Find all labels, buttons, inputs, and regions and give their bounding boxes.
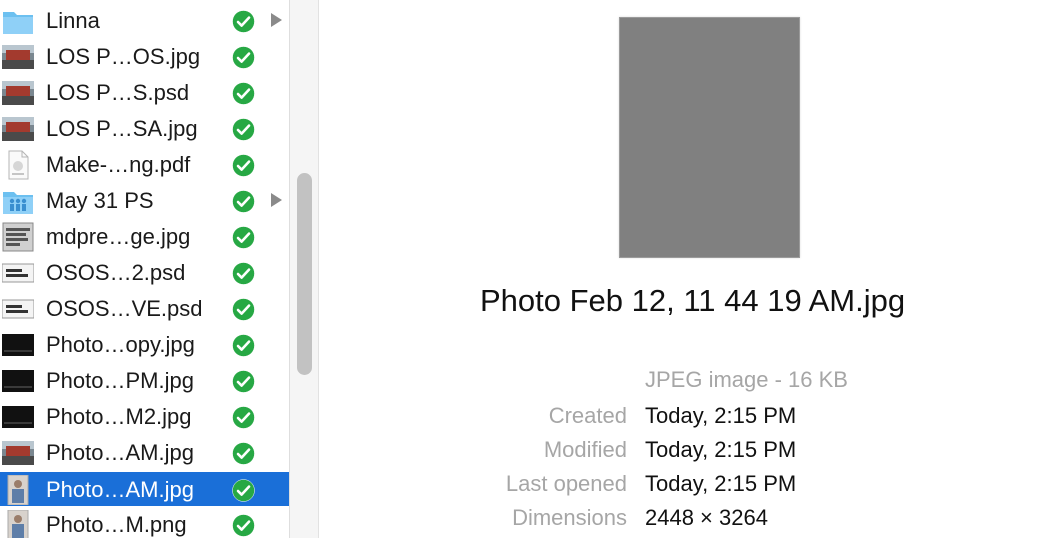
file-name: OSOS…2.psd bbox=[46, 260, 186, 285]
sync-check-icon bbox=[232, 190, 255, 213]
file-row[interactable]: LOS P…SA.jpg bbox=[0, 111, 289, 147]
created-value: Today, 2:15 PM bbox=[645, 403, 797, 428]
file-row-selected[interactable]: Photo…AM.jpg bbox=[0, 472, 289, 506]
file-row[interactable]: OSOS…2.psd bbox=[0, 255, 289, 291]
file-row[interactable]: Linna bbox=[0, 3, 289, 39]
file-name: Photo…PM.jpg bbox=[46, 368, 194, 393]
file-row[interactable]: Make-…ng.pdf bbox=[0, 147, 289, 183]
sync-check-icon bbox=[232, 370, 255, 393]
photo-thumbnail-icon bbox=[2, 42, 34, 72]
sync-check-icon bbox=[232, 118, 255, 141]
sync-check-icon bbox=[232, 10, 255, 33]
file-name: LOS P…SA.jpg bbox=[46, 116, 198, 141]
sync-check-icon bbox=[232, 262, 255, 285]
file-row[interactable]: Photo…M.png bbox=[0, 507, 289, 538]
sync-check-icon bbox=[232, 406, 255, 429]
file-name: Photo…AM.jpg bbox=[46, 477, 194, 502]
shared-folder-icon bbox=[2, 186, 34, 216]
file-row[interactable]: mdpre…ge.jpg bbox=[0, 219, 289, 255]
file-row[interactable]: OSOS…VE.psd bbox=[0, 291, 289, 327]
file-row[interactable]: LOS P…S.psd bbox=[0, 75, 289, 111]
last-opened-label: Last opened bbox=[505, 471, 627, 496]
file-name: Photo…opy.jpg bbox=[46, 332, 195, 357]
logo-thumbnail-icon bbox=[2, 294, 34, 324]
dimensions-label: Dimensions bbox=[512, 505, 627, 530]
file-name: OSOS…VE.psd bbox=[46, 296, 203, 321]
file-row[interactable]: May 31 PS bbox=[0, 183, 289, 219]
portrait-thumbnail-icon bbox=[2, 475, 34, 505]
file-list-column: Linna LOS P…OS.jpg LOS P…S.psd LOS P…SA.jpg… bbox=[0, 0, 289, 538]
file-name: mdpre…ge.jpg bbox=[46, 224, 191, 249]
last-opened-value: Today, 2:15 PM bbox=[645, 471, 797, 496]
scrollbar-thumb[interactable] bbox=[297, 173, 312, 375]
dark-photo-thumbnail-icon bbox=[2, 330, 34, 360]
file-row[interactable]: Photo…PM.jpg bbox=[0, 363, 289, 399]
sync-check-icon bbox=[232, 82, 255, 105]
file-name: Photo…AM.jpg bbox=[46, 440, 194, 465]
created-label: Created bbox=[548, 403, 627, 428]
sync-check-icon bbox=[232, 479, 255, 502]
file-name: LOS P…OS.jpg bbox=[46, 44, 201, 69]
photo-thumbnail-icon bbox=[2, 438, 34, 468]
sync-check-icon bbox=[232, 298, 255, 321]
logo-thumbnail-icon bbox=[2, 258, 34, 288]
file-row[interactable]: LOS P…OS.jpg bbox=[0, 39, 289, 75]
sync-check-icon bbox=[232, 46, 255, 69]
dark-photo-thumbnail-icon bbox=[2, 402, 34, 432]
sync-check-icon bbox=[232, 442, 255, 465]
sync-check-icon bbox=[232, 154, 255, 177]
file-row[interactable]: Photo…M2.jpg bbox=[0, 399, 289, 435]
disclosure-arrow-icon[interactable] bbox=[271, 193, 282, 207]
file-name: Photo…M.png bbox=[46, 512, 187, 537]
pdf-document-icon bbox=[2, 150, 34, 180]
file-name: May 31 PS bbox=[46, 188, 154, 213]
file-name: Linna bbox=[46, 8, 100, 33]
file-name: Make-…ng.pdf bbox=[46, 152, 191, 177]
dimensions-value: 2448 × 3264 bbox=[645, 505, 768, 530]
dark-photo-thumbnail-icon bbox=[2, 366, 34, 396]
modified-value: Today, 2:15 PM bbox=[645, 437, 797, 462]
photo-thumbnail-icon bbox=[2, 114, 34, 144]
disclosure-arrow-icon[interactable] bbox=[271, 13, 282, 27]
portrait-thumbnail-icon bbox=[2, 510, 34, 538]
preview-image bbox=[619, 17, 800, 258]
sync-check-icon bbox=[232, 226, 255, 249]
file-row[interactable]: Photo…opy.jpg bbox=[0, 327, 289, 363]
file-name: Photo…M2.jpg bbox=[46, 404, 192, 429]
folder-icon bbox=[2, 6, 34, 36]
modified-label: Modified bbox=[543, 437, 627, 462]
photo-thumbnail-icon bbox=[2, 78, 34, 108]
file-row[interactable]: Photo…AM.jpg bbox=[0, 435, 289, 471]
file-name: LOS P…S.psd bbox=[46, 80, 190, 105]
text-image-thumbnail-icon bbox=[2, 222, 34, 252]
file-kind-size: JPEG image - 16 KB bbox=[645, 367, 848, 392]
sync-check-icon bbox=[232, 514, 255, 537]
preview-title: Photo Feb 12, 11 44 19 AM.jpg bbox=[480, 283, 906, 318]
sync-check-icon bbox=[232, 334, 255, 357]
